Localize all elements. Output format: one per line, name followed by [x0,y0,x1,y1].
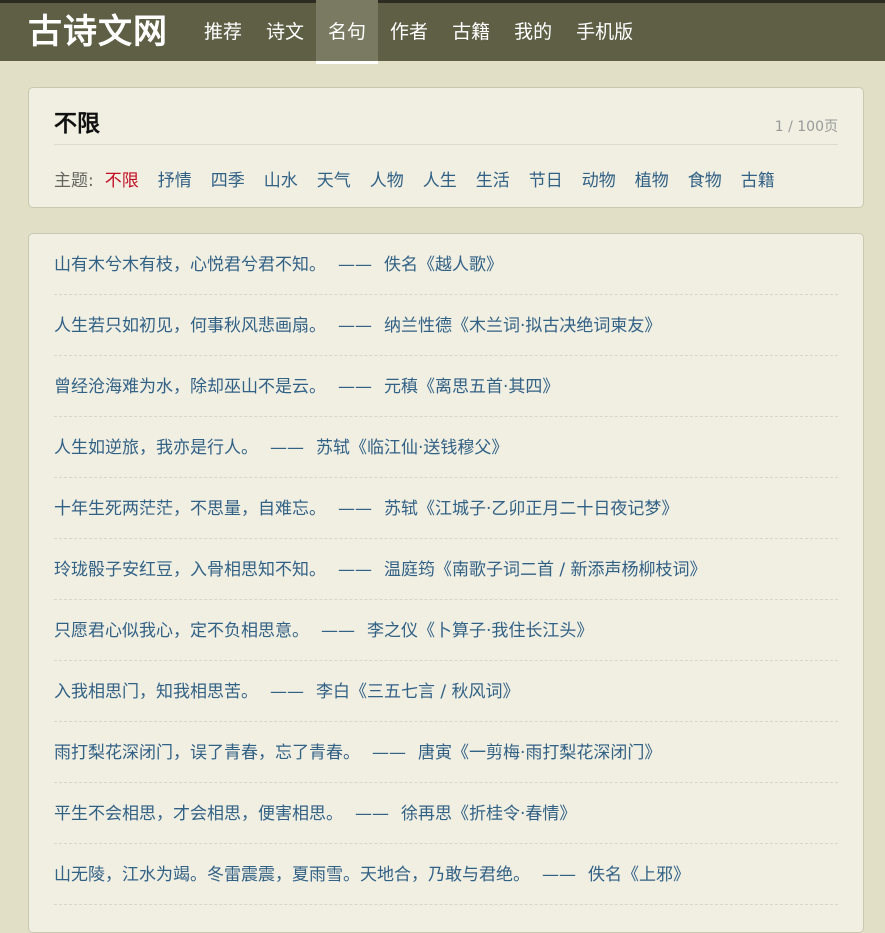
quote-text[interactable]: 十年生死两茫茫，不思量，自难忘。 [54,499,326,519]
quote-row: 平生不会相思，才会相思，便害相思。 —— 徐再思《折桂令·春情》 [54,783,838,844]
quote-text[interactable]: 只愿君心似我心，定不负相思意。 [54,621,309,641]
theme-item-seasons[interactable]: 四季 [211,166,245,191]
quote-text[interactable]: 山有木兮木有枝，心悦君兮君不知。 [54,255,326,275]
quote-source[interactable]: 李之仪《卜算子·我住长江头》 [367,621,593,641]
quote-separator: —— [338,255,372,275]
quote-list-panel: 山有木兮木有枝，心悦君兮君不知。 —— 佚名《越人歌》 人生若只如初见，何事秋风悲画… [28,233,864,933]
quote-source[interactable]: 李白《三五七言 / 秋风词》 [316,682,520,702]
theme-item-ancient-books[interactable]: 古籍 [741,166,775,191]
quote-source[interactable]: 苏轼《临江仙·送钱穆父》 [316,438,508,458]
quote-row: 只愿君心似我心，定不负相思意。 —— 李之仪《卜算子·我住长江头》 [54,600,838,661]
quote-text[interactable]: 人生如逆旅，我亦是行人。 [54,438,258,458]
quote-text[interactable]: 雨打梨花深闭门，误了青春，忘了青春。 [54,743,360,763]
theme-item-food[interactable]: 食物 [688,166,722,191]
quote-separator: —— [321,621,355,641]
quote-source[interactable]: 佚名《越人歌》 [384,255,503,275]
quote-row: 山有木兮木有枝，心悦君兮君不知。 —— 佚名《越人歌》 [54,234,838,295]
filter-divider [54,144,838,145]
theme-item-living[interactable]: 生活 [476,166,510,191]
theme-item-plants[interactable]: 植物 [635,166,669,191]
nav-item-mine[interactable]: 我的 [502,0,564,64]
main-nav: 推荐 诗文 名句 作者 古籍 我的 手机版 [192,0,645,64]
quote-separator: —— [355,804,389,824]
quote-source[interactable]: 纳兰性德《木兰词·拟古决绝词柬友》 [384,316,661,336]
quote-separator: —— [542,865,576,885]
theme-item-landscape[interactable]: 山水 [264,166,298,191]
quote-row: 十年生死两茫茫，不思量，自难忘。 —— 苏轼《江城子·乙卯正月二十日夜记梦》 [54,478,838,539]
quote-source[interactable]: 佚名《上邪》 [588,865,690,885]
quote-source[interactable]: 温庭筠《南歌子词二首 / 新添声杨柳枝词》 [384,560,707,580]
page-count: 1 / 100页 [774,119,838,135]
quote-text[interactable]: 山无陵，江水为竭。冬雷震震，夏雨雪。天地合，乃敢与君绝。 [54,865,530,885]
theme-item-festivals[interactable]: 节日 [529,166,563,191]
quote-row: 玲珑骰子安红豆，入骨相思知不知。 —— 温庭筠《南歌子词二首 / 新添声杨柳枝词》 [54,539,838,600]
filter-title: 不限 [54,111,100,137]
nav-item-ancient-books[interactable]: 古籍 [440,0,502,64]
quote-source[interactable]: 徐再思《折桂令·春情》 [401,804,576,824]
nav-item-mobile[interactable]: 手机版 [564,0,645,64]
quote-list: 山有木兮木有枝，心悦君兮君不知。 —— 佚名《越人歌》 人生若只如初见，何事秋风悲画… [54,234,838,905]
quote-text[interactable]: 入我相思门，知我相思苦。 [54,682,258,702]
quote-row: 雨打梨花深闭门，误了青春，忘了青春。 —— 唐寅《一剪梅·雨打梨花深闭门》 [54,722,838,783]
quote-text[interactable]: 人生若只如初见，何事秋风悲画扇。 [54,316,326,336]
quote-source[interactable]: 苏轼《江城子·乙卯正月二十日夜记梦》 [384,499,678,519]
quote-row: 人生若只如初见，何事秋风悲画扇。 —— 纳兰性德《木兰词·拟古决绝词柬友》 [54,295,838,356]
theme-item-weather[interactable]: 天气 [317,166,351,191]
quote-row: 入我相思门，知我相思苦。 —— 李白《三五七言 / 秋风词》 [54,661,838,722]
quote-separator: —— [338,560,372,580]
nav-item-recommend[interactable]: 推荐 [192,0,254,64]
theme-item-lyrical[interactable]: 抒情 [158,166,192,191]
quote-text[interactable]: 平生不会相思，才会相思，便害相思。 [54,804,343,824]
site-logo[interactable]: 古诗文网 [28,10,168,54]
quote-text[interactable]: 玲珑骰子安红豆，入骨相思知不知。 [54,560,326,580]
quote-row: 人生如逆旅，我亦是行人。 —— 苏轼《临江仙·送钱穆父》 [54,417,838,478]
quote-separator: —— [338,499,372,519]
top-navigation-bar: 古诗文网 推荐 诗文 名句 作者 古籍 我的 手机版 [0,0,885,64]
quote-separator: —— [372,743,406,763]
quote-source[interactable]: 唐寅《一剪梅·雨打梨花深闭门》 [418,743,661,763]
quote-separator: —— [270,438,304,458]
quote-separator: —— [270,682,304,702]
theme-label: 主题: [54,171,94,191]
theme-filter-row: 主题: 不限 抒情 四季 山水 天气 人物 人生 生活 节日 动物 植物 食物 … [54,166,794,191]
quote-separator: —— [338,377,372,397]
quote-text[interactable]: 曾经沧海难为水，除却巫山不是云。 [54,377,326,397]
nav-item-famous-quotes[interactable]: 名句 [316,0,379,64]
theme-item-all[interactable]: 不限 [105,166,139,191]
quote-source[interactable]: 元稹《离思五首·其四》 [384,377,559,397]
theme-item-life[interactable]: 人生 [423,166,457,191]
filter-panel: 不限 1 / 100页 主题: 不限 抒情 四季 山水 天气 人物 人生 生活 … [28,87,864,208]
quote-row: 曾经沧海难为水，除却巫山不是云。 —— 元稹《离思五首·其四》 [54,356,838,417]
nav-item-authors[interactable]: 作者 [378,0,440,64]
theme-item-animals[interactable]: 动物 [582,166,616,191]
quote-row: 山无陵，江水为竭。冬雷震震，夏雨雪。天地合，乃敢与君绝。 —— 佚名《上邪》 [54,844,838,905]
nav-item-poems[interactable]: 诗文 [254,0,316,64]
quote-separator: —— [338,316,372,336]
theme-item-people[interactable]: 人物 [370,166,404,191]
